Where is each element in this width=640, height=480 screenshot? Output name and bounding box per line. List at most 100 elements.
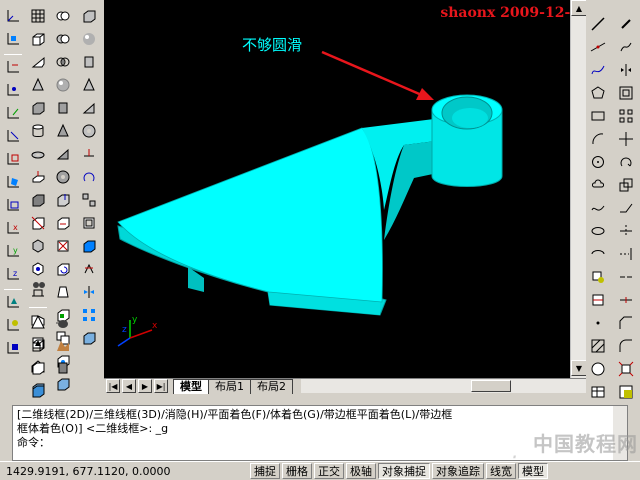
delete-faces-icon[interactable] xyxy=(53,236,73,256)
slice-icon[interactable] xyxy=(28,213,48,233)
scroll-up-arrow[interactable]: ▲ xyxy=(571,0,586,16)
union-icon[interactable] xyxy=(53,6,73,26)
insert-block-icon[interactable] xyxy=(588,267,608,287)
subtract-icon[interactable] xyxy=(53,29,73,49)
ucs-origin-icon[interactable] xyxy=(3,80,23,100)
ucs-z-icon[interactable]: z xyxy=(3,264,23,284)
ellipse-arc-icon[interactable] xyxy=(588,244,608,264)
move-faces-icon[interactable] xyxy=(53,213,73,233)
vertical-scrollbar[interactable]: ▲ ▼ xyxy=(570,0,586,378)
intersect-icon[interactable] xyxy=(53,52,73,72)
rotate-faces-icon[interactable] xyxy=(53,259,73,279)
render-teapot-icon[interactable] xyxy=(53,312,73,332)
polar-toggle[interactable]: 极轴 xyxy=(346,463,376,479)
copy-icon[interactable] xyxy=(616,37,636,57)
tab-layout1[interactable]: 布局1 xyxy=(208,379,251,394)
next-tab-arrow[interactable]: ▶ xyxy=(138,379,152,393)
ucs-save-icon[interactable] xyxy=(3,338,23,358)
grid-toggle[interactable]: 栅格 xyxy=(282,463,312,479)
solid-edit-cone-icon[interactable] xyxy=(79,75,99,95)
cylinder-icon[interactable] xyxy=(28,121,48,141)
table-icon[interactable] xyxy=(588,382,608,402)
explode-icon[interactable] xyxy=(616,359,636,379)
ucs-previous-icon[interactable] xyxy=(3,57,23,77)
hidden-cube-icon[interactable] xyxy=(28,358,48,378)
offset-icon[interactable] xyxy=(616,83,636,103)
osnap-toggle[interactable]: 对象捕捉 xyxy=(378,463,430,479)
render-light-icon[interactable] xyxy=(53,358,73,378)
shaded-cube-icon[interactable] xyxy=(28,381,48,401)
align-icon[interactable] xyxy=(79,328,99,348)
revision-cloud-icon[interactable] xyxy=(588,175,608,195)
ucs-y-icon[interactable]: y xyxy=(3,241,23,261)
first-tab-arrow[interactable]: |◀ xyxy=(106,379,120,393)
snap-toggle[interactable]: 捕捉 xyxy=(250,463,280,479)
ucs-world-icon[interactable] xyxy=(3,29,23,49)
model-toggle[interactable]: 模型 xyxy=(518,463,548,479)
hatch-icon[interactable] xyxy=(588,336,608,356)
torus-icon[interactable] xyxy=(28,144,48,164)
revolve-icon[interactable] xyxy=(28,190,48,210)
scale-icon[interactable] xyxy=(616,175,636,195)
render-scene-icon[interactable] xyxy=(53,335,73,355)
properties-icon[interactable] xyxy=(616,382,636,402)
polyline-icon[interactable] xyxy=(588,60,608,80)
ucs-icon[interactable] xyxy=(3,6,23,26)
trim-icon[interactable] xyxy=(616,221,636,241)
solid-edit-sphere-icon[interactable] xyxy=(79,29,99,49)
rotate-icon[interactable] xyxy=(616,152,636,172)
extrude-edge-icon[interactable] xyxy=(79,144,99,164)
mirror-icon[interactable] xyxy=(616,60,636,80)
stretch-icon[interactable] xyxy=(616,198,636,218)
horizontal-scrollbar[interactable] xyxy=(301,379,586,393)
ucs-object-icon[interactable] xyxy=(3,149,23,169)
cube-icon[interactable] xyxy=(28,98,48,118)
ucs-x-icon[interactable]: x xyxy=(3,218,23,238)
construction-line-icon[interactable] xyxy=(588,37,608,57)
solid-edit-cylinder-icon[interactable] xyxy=(79,52,99,72)
extend-icon[interactable] xyxy=(616,244,636,264)
rotate3d-icon[interactable] xyxy=(79,259,99,279)
lineweight-toggle[interactable]: 线宽 xyxy=(486,463,516,479)
rectangle-icon[interactable] xyxy=(588,106,608,126)
ucs-apply-icon[interactable] xyxy=(3,292,23,312)
wedge-solid-icon[interactable] xyxy=(53,144,73,164)
scroll-track[interactable] xyxy=(571,16,586,360)
cone-solid-icon[interactable] xyxy=(53,121,73,141)
point-icon[interactable] xyxy=(588,313,608,333)
break-icon[interactable] xyxy=(616,267,636,287)
extrude-icon[interactable] xyxy=(28,167,48,187)
otrack-toggle[interactable]: 对象追踪 xyxy=(432,463,484,479)
torus-solid-icon[interactable] xyxy=(53,167,73,187)
separate-icon[interactable] xyxy=(79,190,99,210)
revolve-edge-icon[interactable] xyxy=(79,167,99,187)
tab-model[interactable]: 模型 xyxy=(173,379,209,394)
wireframe-cube-icon[interactable] xyxy=(28,335,48,355)
grid-icon[interactable] xyxy=(28,6,48,26)
circle-icon[interactable] xyxy=(588,152,608,172)
cylinder-solid-icon[interactable] xyxy=(53,98,73,118)
region-icon[interactable] xyxy=(588,359,608,379)
check-icon[interactable] xyxy=(79,236,99,256)
solid-edit-torus-icon[interactable] xyxy=(79,121,99,141)
taper-faces-icon[interactable] xyxy=(53,282,73,302)
binoculars-icon[interactable] xyxy=(29,273,49,293)
solid-edit-wedge-icon[interactable] xyxy=(79,98,99,118)
spline-icon[interactable] xyxy=(588,198,608,218)
drawing-viewport[interactable]: y x z shaonx 2009-12-6 不够圆滑 ▲ ▼ xyxy=(104,0,586,378)
array3d-icon[interactable] xyxy=(79,305,99,325)
horizontal-scroll-thumb[interactable] xyxy=(471,380,511,392)
ortho-toggle[interactable]: 正交 xyxy=(314,463,344,479)
make-block-icon[interactable] xyxy=(588,290,608,310)
tab-layout2[interactable]: 布局2 xyxy=(250,379,293,394)
wedge-icon[interactable] xyxy=(28,52,48,72)
shell-icon[interactable] xyxy=(79,213,99,233)
ucs-view-icon[interactable] xyxy=(3,195,23,215)
prev-tab-arrow[interactable]: ◀ xyxy=(122,379,136,393)
line-icon[interactable] xyxy=(588,14,608,34)
chamfer-icon[interactable] xyxy=(616,313,636,333)
solid-edit-box-icon[interactable] xyxy=(79,6,99,26)
sphere-icon[interactable] xyxy=(53,75,73,95)
section-icon[interactable] xyxy=(28,236,48,256)
array-icon[interactable] xyxy=(616,106,636,126)
